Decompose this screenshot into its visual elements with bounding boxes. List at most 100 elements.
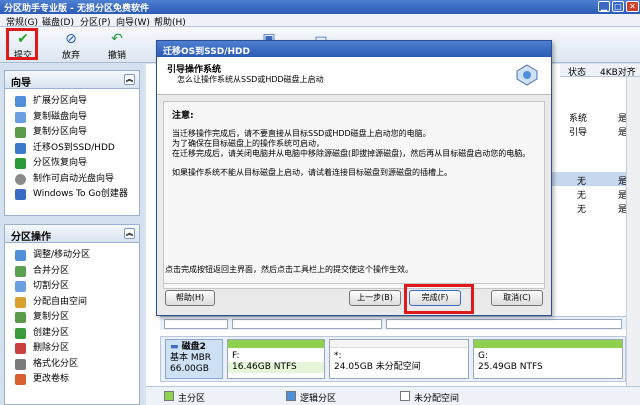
disk1-row-partial: [160, 316, 626, 330]
format-icon: [15, 358, 26, 370]
legend-label: 逻辑分区: [300, 394, 337, 404]
sidebar-item-label[interactable]: 更改卷标: [5, 372, 139, 388]
disk-icon: ▬: [170, 342, 179, 352]
sidebar-item-bootable-cd[interactable]: 制作可启动光盘向导: [5, 172, 139, 188]
note-line: 为了确保在目标磁盘上的操作系统可启动，: [172, 139, 324, 148]
sidebar-item-migrate-os[interactable]: 迁移OS到SSD/HDD: [5, 141, 139, 157]
help-button[interactable]: 帮助(H): [165, 290, 215, 306]
vertical-scrollbar[interactable]: [626, 77, 640, 387]
legend-swatch: [400, 391, 410, 401]
cancel-button[interactable]: 取消(C): [491, 290, 543, 306]
legend-swatch: [164, 391, 174, 401]
split-icon: [15, 281, 26, 292]
sidebar-item-label: 切割分区: [33, 281, 70, 291]
back-button[interactable]: 上一步(B): [349, 290, 401, 306]
create-icon: [15, 327, 26, 339]
merge-icon: [15, 265, 26, 277]
copy-disk-icon: [15, 111, 26, 123]
sidebar-item-delete[interactable]: 删除分区: [5, 341, 139, 357]
partition-unallocated[interactable]: *: 24.05GB 未分配空间: [329, 339, 469, 379]
sidebar-item-merge[interactable]: 合并分区: [5, 264, 139, 280]
disk-migrate-icon: [516, 64, 538, 86]
dialog-step-subtitle: 怎么让操作系统从SSD或HDD磁盘上启动: [177, 75, 324, 84]
disk2-name: 磁盘2: [181, 342, 206, 352]
dialog-title: 迁移OS到SSD/HDD: [163, 47, 250, 57]
partition-info: 25.49GB NTFS: [478, 362, 543, 372]
disk1-info-cell[interactable]: [164, 319, 228, 329]
col-status[interactable]: 状态: [568, 65, 586, 78]
sidebar-item-label: 复制分区向导: [33, 127, 88, 137]
partition-usage-bar: [330, 340, 468, 348]
disk2-size: 66.00GB: [170, 364, 209, 374]
note-line: 当迁移操作完成后，请不要直接从目标SSD或HDD磁盘上启动您的电脑。: [172, 129, 431, 138]
submit-highlight-box: [6, 28, 38, 60]
partition-g[interactable]: G: 25.49GB NTFS: [473, 339, 623, 379]
disk1-partition[interactable]: [232, 319, 382, 329]
cd-icon: [15, 173, 26, 185]
sidebar-item-extend-wizard[interactable]: 扩展分区向导: [5, 94, 139, 110]
sidebar-item-copy-partition[interactable]: 复制分区向导: [5, 125, 139, 141]
legend-label: 未分配空间: [414, 394, 460, 404]
collapse-icon[interactable]: ︽: [124, 74, 135, 85]
dialog-hint: 点击完成按钮返回主界面，然后点击工具栏上的提交使这个操作生效。: [165, 265, 413, 274]
window-title-bar: 分区助手专业版 - 无损分区免费软件 ▁ □ ✕: [0, 0, 640, 14]
collapse-icon[interactable]: ︽: [124, 228, 135, 239]
sidebar-item-label: 扩展分区向导: [33, 96, 88, 106]
wizard-panel-title: 向导: [11, 78, 31, 89]
undo-icon: ↶: [111, 31, 123, 47]
sidebar-item-create[interactable]: 创建分区: [5, 326, 139, 342]
wizard-panel: 向导 ︽ 扩展分区向导 复制磁盘向导 复制分区向导 迁移OS到SSD/HDD 分…: [4, 70, 140, 216]
minimize-icon[interactable]: ▁: [598, 1, 610, 12]
copy-partition-icon: [15, 127, 26, 138]
sidebar-item-allocate[interactable]: 分配自由空间: [5, 295, 139, 311]
sidebar-item-label: 调整/移动分区: [33, 250, 91, 260]
partition-info: 24.05GB 未分配空间: [334, 362, 421, 372]
partition-letter: F:: [232, 351, 240, 361]
extend-icon: [15, 96, 26, 107]
dialog-header: 引导操作系统 怎么让操作系统从SSD或HDD磁盘上启动: [157, 57, 551, 95]
maximize-icon[interactable]: □: [612, 1, 624, 12]
sidebar-item-format[interactable]: 格式化分区: [5, 357, 139, 373]
discard-button[interactable]: ⊘ 放弃: [54, 29, 88, 61]
legend-logical: 逻辑分区: [286, 391, 336, 404]
sidebar-item-recovery[interactable]: 分区恢复向导: [5, 156, 139, 172]
sidebar-item-copy-disk[interactable]: 复制磁盘向导: [5, 110, 139, 126]
sidebar-item-label: 更改卷标: [33, 374, 70, 384]
dialog-body: 注意: 当迁移操作完成后，请不要直接从目标SSD或HDD磁盘上启动您的电脑。 为…: [163, 101, 545, 289]
sidebar-item-label: 删除分区: [33, 343, 70, 353]
sidebar-item-copy[interactable]: 复制分区: [5, 310, 139, 326]
partition-usage-bar: [228, 340, 324, 348]
legend-label: 主分区: [178, 394, 206, 404]
sidebar-item-label: 复制分区: [33, 312, 70, 322]
disk2-info[interactable]: ▬ 磁盘2 基本 MBR 66.00GB: [165, 339, 223, 379]
selected-row: [548, 172, 626, 186]
sidebar-item-label: 创建分区: [33, 327, 70, 338]
legend-swatch: [286, 391, 296, 401]
partition-ops-panel: 分区操作 ︽ 调整/移动分区 合并分区 切割分区 分配自由空间 复制分区 创建分…: [4, 224, 140, 405]
ops-panel-header[interactable]: 分区操作 ︽: [5, 225, 139, 243]
row-status: 无: [577, 177, 587, 187]
sidebar: 向导 ︽ 扩展分区向导 复制磁盘向导 复制分区向导 迁移OS到SSD/HDD 分…: [0, 64, 144, 405]
copy-icon: [15, 312, 26, 323]
wizard-panel-header[interactable]: 向导 ︽: [5, 71, 139, 89]
partition-letter: *:: [334, 351, 342, 361]
note-line: 在迁移完成后，请关闭电脑并从电脑中移除源磁盘(即拔掉源磁盘)，然后再从目标磁盘启…: [172, 149, 531, 158]
sidebar-item-label: 复制磁盘向导: [33, 111, 88, 122]
sidebar-item-label: Windows To Go创建器: [33, 189, 128, 199]
undo-button[interactable]: ↶ 撤销: [100, 29, 134, 61]
sidebar-item-windows-to-go[interactable]: Windows To Go创建器: [5, 187, 139, 203]
disk1-partition[interactable]: [386, 319, 622, 329]
disk2-row: ▬ 磁盘2 基本 MBR 66.00GB F: 16.46GB NTFS *: …: [160, 336, 626, 382]
close-icon[interactable]: ✕: [626, 1, 639, 12]
partition-usage-bar: [474, 340, 622, 348]
sidebar-item-resize[interactable]: 调整/移动分区: [5, 248, 139, 264]
partition-info: 16.46GB NTFS: [228, 362, 324, 373]
dialog-title-bar: 迁移OS到SSD/HDD: [157, 41, 551, 57]
allocate-icon: [15, 296, 26, 308]
partition-f[interactable]: F: 16.46GB NTFS: [227, 339, 325, 379]
undo-label: 撤销: [107, 51, 126, 61]
sidebar-item-split[interactable]: 切割分区: [5, 279, 139, 295]
resize-icon: [15, 250, 26, 261]
recovery-icon: [15, 158, 26, 169]
row-status: 无: [577, 205, 587, 215]
